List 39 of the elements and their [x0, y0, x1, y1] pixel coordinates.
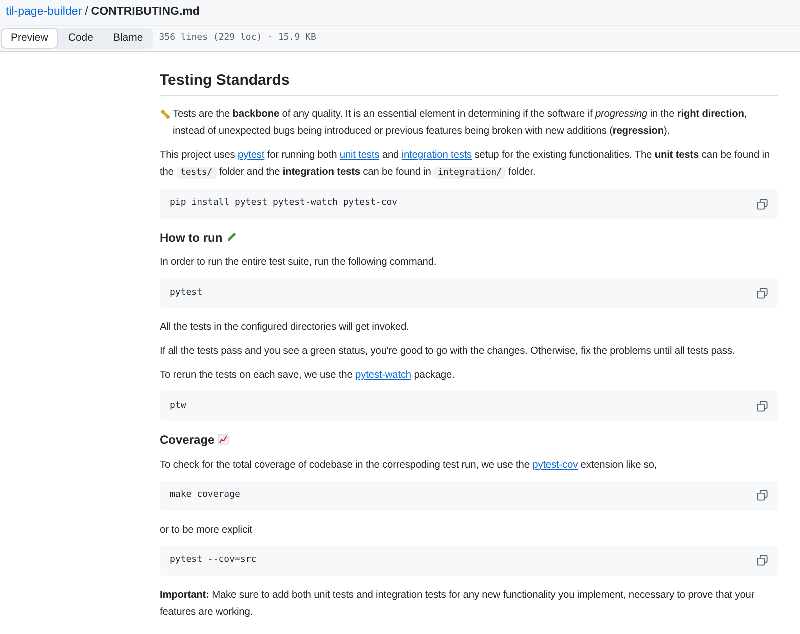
repo-link[interactable]: til-page-builder	[6, 4, 82, 22]
code-text: ptw	[170, 400, 186, 413]
copy-icon[interactable]	[757, 555, 768, 566]
paragraph: To rerun the tests on each save, we use the pytest-watch package.	[160, 369, 456, 384]
view-tab[interactable]: Blame	[103, 28, 154, 50]
paragraph: This project uses pytest for running both unit tests and integration tests setup for the existing functionalities. The unit tests can be found in the tests/ folder and the integration tests can be found in integration/ folder.	[160, 149, 772, 181]
test-tube-icon	[226, 232, 237, 243]
inline-code: tests/	[176, 167, 217, 179]
section-heading: Coverage	[160, 433, 216, 448]
copy-icon[interactable]	[757, 490, 768, 502]
file-info: 356 lines (229 loc) · 15.9 KB	[159, 32, 316, 45]
inline-link[interactable]: unit tests	[340, 150, 380, 161]
inline-link[interactable]: pytest-watch	[356, 370, 412, 382]
code-text: make coverage	[170, 489, 240, 502]
copy-icon[interactable]	[757, 288, 768, 299]
bone-icon	[160, 109, 171, 120]
paragraph: Important: Make sure to add both unit tests and integration tests for any new functionality you implement, necessary to prove that your features are working.	[160, 588, 756, 620]
inline-link[interactable]: pytest-cov	[532, 460, 578, 471]
breadcrumb-separator: /	[85, 4, 88, 20]
paragraph: In order to run the entire test suite, run the following command.	[160, 256, 438, 270]
view-tab[interactable]: Preview	[1, 28, 58, 50]
inline-link[interactable]: pytest	[238, 150, 265, 161]
file-name: CONTRIBUTING.md	[91, 4, 200, 20]
paragraph: If all the tests pass and you see a green status, you're good to go with the changes. Otherwise, fix the problems until all tests pass.	[160, 345, 736, 360]
section-heading: How to run	[160, 231, 224, 245]
inline-code: integration/	[434, 167, 506, 179]
paragraph: To check for the total coverage of codebase in the correspoding test run, we use the pytest-cov extension like so,	[160, 458, 658, 473]
view-tab[interactable]: Code	[58, 28, 104, 50]
paragraph: or to be more explicit	[160, 524, 254, 538]
code-text: pytest --cov=src	[170, 554, 257, 568]
section-heading: Testing Standards	[160, 72, 290, 89]
copy-icon[interactable]	[757, 400, 768, 412]
code-text: pip install pytest pytest-watch pytest-cov	[170, 197, 398, 210]
paragraph: All the tests in the configured directories will get invoked.	[160, 321, 410, 336]
paragraph: Tests are the backbone of any quality. It is an essential element in determining if the software if progressing in the right direction, instead of unexpected bugs being introduced or previous features being broken with new additions (regression).	[173, 108, 748, 139]
chart-icon	[218, 434, 230, 446]
inline-link[interactable]: integration tests	[402, 150, 472, 161]
code-text: pytest	[170, 286, 203, 300]
copy-icon[interactable]	[757, 198, 768, 210]
